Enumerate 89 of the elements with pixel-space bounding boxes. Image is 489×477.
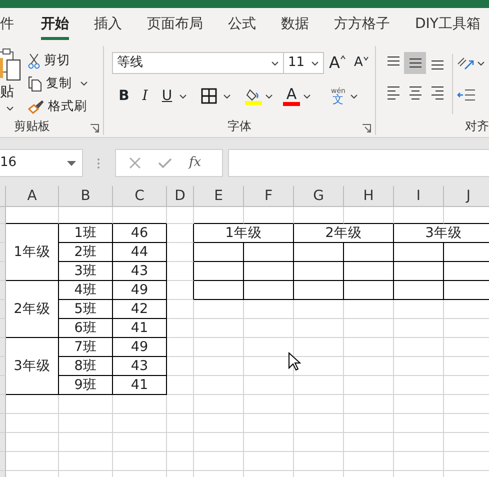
ribbon-tab[interactable]: 件 [0, 15, 16, 40]
table-cell: 3年级 [394, 224, 489, 243]
check-icon[interactable] [158, 157, 172, 169]
font-name-field[interactable]: 等线 [112, 52, 284, 74]
table-cell: 41 [113, 376, 167, 395]
caret-icon[interactable] [179, 94, 187, 98]
table-cell: 5班 [59, 300, 113, 319]
dialog-launcher-icon[interactable] [90, 124, 99, 133]
table-cell: 2班 [59, 243, 113, 262]
align-left-icon [386, 86, 400, 100]
copy-icon[interactable] [28, 76, 42, 92]
table-cell: 8班 [59, 357, 113, 376]
paste-icon[interactable] [0, 48, 21, 82]
ribbon-tab[interactable]: 插入 [94, 15, 122, 40]
caret-icon[interactable] [477, 60, 485, 66]
table-cell: 49 [113, 338, 167, 357]
align-center-icon [408, 86, 422, 100]
group-label: 剪贴板 [14, 118, 50, 134]
caret-icon[interactable] [303, 94, 311, 98]
mouse-pointer-icon [288, 352, 301, 372]
column-header[interactable]: C [113, 186, 167, 207]
table-cell: 46 [113, 224, 167, 243]
ribbon-tab[interactable]: 方方格子 [334, 15, 390, 40]
italic-button[interactable]: I [138, 86, 152, 106]
align-top-icon [386, 56, 400, 66]
table-cell: 1年级 [194, 224, 294, 243]
table-cell: 6班 [59, 319, 113, 338]
caret-icon[interactable] [80, 81, 88, 86]
borders-icon[interactable] [201, 88, 217, 104]
font-color-button[interactable]: A [283, 86, 300, 106]
cut-button[interactable]: 剪切 [44, 51, 70, 70]
shrink-font-button[interactable]: A [354, 56, 369, 70]
caret-icon[interactable] [311, 60, 319, 66]
group-label: 对齐 [465, 118, 489, 134]
table-cell: 41 [113, 319, 167, 338]
copy-button[interactable]: 复制 [46, 74, 72, 93]
format-painter-button[interactable]: 格式刷 [48, 97, 87, 116]
column-header[interactable]: J [444, 186, 489, 207]
ribbon-tab[interactable]: 公式 [228, 15, 256, 40]
caret-icon [362, 56, 369, 61]
underline-button[interactable]: U [160, 86, 174, 106]
column-header[interactable]: G [294, 186, 344, 207]
table-cell: 9班 [59, 376, 113, 395]
caret-icon[interactable] [223, 94, 231, 98]
group-label: 字体 [228, 118, 252, 134]
paintbrush-icon[interactable] [28, 100, 44, 114]
table-cell: 7班 [59, 338, 113, 357]
column-header[interactable]: H [344, 186, 394, 207]
caret-icon[interactable] [67, 160, 76, 166]
insert-function-button[interactable]: fx [189, 153, 202, 173]
name-box[interactable]: 16 [0, 149, 83, 177]
table-cell: 3班 [59, 262, 113, 281]
table-cell: 1班 [59, 224, 113, 243]
formula-input[interactable] [228, 149, 489, 177]
column-header[interactable]: A [6, 186, 59, 207]
decrease-indent-icon[interactable] [457, 89, 475, 101]
ribbon-tab[interactable]: 页面布局 [147, 15, 203, 40]
caret-icon[interactable] [265, 94, 273, 98]
text-orientation-icon[interactable] [457, 55, 475, 71]
table-cell: 4班 [59, 281, 113, 300]
table-cell: 49 [113, 281, 167, 300]
grow-font-button[interactable]: A [329, 55, 346, 71]
column-header[interactable]: D [167, 186, 194, 207]
align-bottom-icon [430, 60, 444, 70]
column-header[interactable]: F [244, 186, 294, 207]
table-cell: 43 [113, 357, 167, 376]
column-header[interactable]: I [394, 186, 444, 207]
ribbon-tab[interactable]: 数据 [281, 15, 309, 40]
paste-button[interactable]: 贴 [0, 82, 14, 103]
table-cell: 2年级 [294, 224, 394, 243]
caret-icon[interactable] [6, 106, 14, 111]
scissors-icon[interactable] [28, 52, 40, 68]
caret-icon[interactable] [350, 94, 358, 98]
ribbon-tab[interactable]: DIY工具箱 [415, 15, 480, 40]
fill-color-icon[interactable] [245, 87, 262, 105]
column-header[interactable]: B [59, 186, 113, 207]
font-size-field[interactable]: 11 [284, 52, 324, 74]
caret-icon[interactable] [271, 60, 279, 66]
align-right-icon [430, 86, 444, 100]
table-cell: 42 [113, 300, 167, 319]
column-header[interactable]: E [194, 186, 244, 207]
caret-icon [340, 55, 346, 60]
grip-icon [97, 158, 100, 169]
table-cell: 43 [113, 262, 167, 281]
dialog-launcher-icon[interactable] [362, 124, 371, 133]
table-cell: 44 [113, 243, 167, 262]
bold-button[interactable]: B [116, 86, 132, 106]
align-middle-icon [408, 58, 422, 68]
align-middle-button[interactable] [404, 52, 426, 74]
